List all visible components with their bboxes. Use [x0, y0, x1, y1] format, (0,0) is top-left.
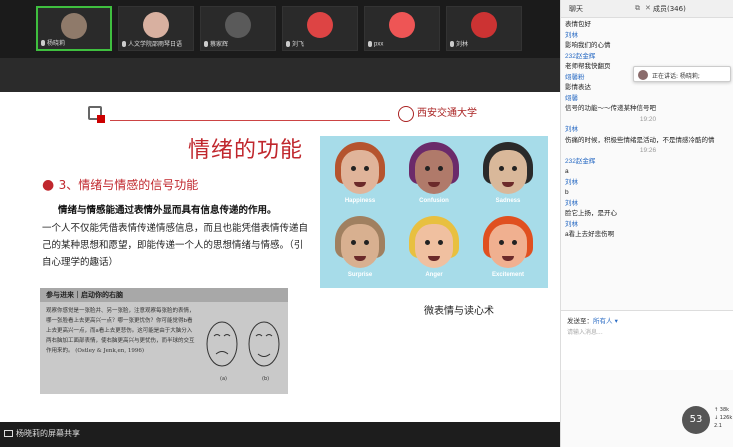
emotion-face: Confusion: [399, 142, 469, 214]
chat-input-area: 发送至：所有人 ▾ 请输入消息...: [561, 310, 733, 370]
chat-message: b: [565, 189, 569, 196]
university-logo: 西安交通大学: [398, 104, 477, 122]
slide-paragraph-2: 一个人不仅能凭借表情传递情感信息，而且也能凭借表情传递自己的某种思想和愿望，即能…: [42, 223, 309, 268]
video-strip: 杨晓莉 人文学院邵雨琴日语 蔡家辉 刘飞 pxx 刘林: [0, 0, 560, 58]
chat-message: 表情包好: [565, 21, 591, 28]
avatar: [143, 12, 169, 38]
popout-icon[interactable]: ⧉: [635, 4, 640, 13]
chat-sender: 刘林: [565, 126, 578, 133]
mic-icon: [122, 41, 126, 48]
emotion-face: Surprise: [325, 216, 395, 288]
shared-slide: 西安交通大学 情绪的功能 ● 3、情绪与情感的信号功能 情绪与情感能通过表情外显…: [0, 92, 560, 422]
screen-share-icon: [4, 430, 13, 437]
participant-name: pxx: [368, 41, 383, 48]
send-to-selector[interactable]: 发送至：所有人 ▾: [567, 315, 618, 325]
avatar: [471, 12, 497, 38]
network-stat: 2.1: [714, 423, 722, 429]
slide-top-band: [0, 58, 560, 92]
chat-sender: 刘林: [565, 31, 578, 39]
emotion-label: Happiness: [344, 198, 376, 204]
emotion-face: Anger: [399, 216, 469, 288]
svg-text:(a): (a): [220, 376, 227, 382]
chat-sender: 232赵金辉: [565, 157, 596, 165]
chat-message-list[interactable]: 表情包好 刘林 影响我们的心情 232赵金辉 老师帮我快翻页 翊馨粉 影情表达 翊馨 信号的功能…: [565, 20, 731, 241]
mic-icon: [286, 41, 290, 48]
participant-name: 杨晓莉: [41, 38, 65, 47]
slide-subtitle: ● 3、情绪与情感的信号功能: [42, 177, 199, 193]
slide-caption: 微表情与读心术: [424, 306, 494, 317]
participant-tile[interactable]: 刘林: [446, 6, 522, 51]
participant-name: 刘飞: [286, 39, 304, 48]
chat-message: 脸它上扬，是开心: [565, 210, 617, 217]
participant-tile[interactable]: pxx: [364, 6, 440, 51]
chat-sender: 翊馨: [565, 94, 578, 102]
chat-message: 影响我们的心情: [565, 42, 611, 49]
chat-tab[interactable]: 聊天: [569, 4, 583, 14]
avatar: [307, 12, 333, 38]
speaker-avatar: [638, 70, 648, 80]
slide-title: 情绪的功能: [188, 138, 304, 163]
emotion-face: Sadness: [473, 142, 543, 214]
participant-name: 刘林: [450, 39, 468, 48]
emotion-label: Anger: [425, 272, 443, 278]
chat-message: a: [565, 168, 569, 175]
emotion-face: Excitement: [473, 216, 543, 288]
chat-panel: 聊天 ⧉ ✕ 成员(346) 表情包好 刘林 影响我们的心情 232赵金辉 老师帮我快翻…: [560, 0, 733, 447]
book-excerpt-image: 参与进来｜启动你的右脑 观察你感觉是一张脸并、另一张脸，注意观察每张脸的表情，哪…: [40, 288, 288, 394]
network-stats: ↑ 38k ↓ 126k 2.1: [714, 406, 732, 430]
participant-tile[interactable]: 人文学院邵雨琴日语: [118, 6, 194, 51]
chat-sender: 232赵金辉: [565, 52, 596, 60]
chat-message: a看上去好悲伤啊: [565, 231, 615, 238]
emotion-label: Sadness: [495, 198, 521, 204]
speaking-indicator: 正在讲话: 杨晓莉;: [633, 66, 731, 82]
face-drawings: (a) (b): [206, 321, 280, 382]
emotion-faces-image: Happiness Confusion Sadness Surprise Anger Ex…: [320, 136, 548, 288]
chat-message: 信号的功能～～传递某种信号吧: [565, 105, 656, 112]
participant-name: 人文学院邵雨琴日语: [122, 39, 182, 48]
chat-sender: 刘林: [565, 220, 578, 228]
chat-input[interactable]: 请输入消息...: [567, 327, 603, 336]
emotion-label: Surprise: [347, 272, 373, 278]
chat-header: 聊天 ⧉ ✕ 成员(346): [561, 0, 733, 18]
participant-tile[interactable]: 杨晓莉: [36, 6, 112, 51]
chat-sender: 刘林: [565, 199, 578, 207]
mic-icon: [41, 40, 45, 47]
book-text: 观察你感觉是一张脸并、另一张脸，注意观察每张脸的表情，哪一张脸看上去更高兴一点？…: [46, 308, 195, 354]
network-stat: ↓ 126k: [714, 415, 733, 421]
close-icon[interactable]: ✕: [645, 4, 651, 12]
avatar: [389, 12, 415, 38]
meeting-window: 杨晓莉 人文学院邵雨琴日语 蔡家辉 刘飞 pxx 刘林 西安交通大学 情绪的功能 ● 3、…: [0, 0, 733, 447]
screen-share-status[interactable]: 杨晓莉的屏幕共享: [4, 428, 80, 439]
chat-message: 影情表达: [565, 84, 591, 91]
avatar: [61, 13, 87, 39]
mic-icon: [450, 41, 454, 48]
network-stat: ↑ 38k: [714, 407, 730, 413]
members-tab[interactable]: 成员(346): [653, 4, 686, 14]
participant-tile[interactable]: 蔡家辉: [200, 6, 276, 51]
emotion-face: Happiness: [325, 142, 395, 214]
chat-timestamp: 19:26: [639, 147, 657, 154]
avatar: [225, 12, 251, 38]
slide-logo-icon: [88, 106, 105, 123]
emotion-label: Excitement: [491, 272, 524, 278]
chat-sender: 刘林: [565, 178, 578, 186]
participant-tile[interactable]: 刘飞: [282, 6, 358, 51]
emotion-label: Confusion: [419, 198, 449, 204]
chat-timestamp: 19:20: [639, 115, 657, 123]
bottom-bar: 杨晓莉的屏幕共享: [0, 422, 560, 447]
mic-icon: [204, 41, 208, 48]
participant-name: 蔡家辉: [204, 39, 228, 48]
book-header: 参与进来｜启动你的右脑: [40, 288, 288, 302]
mic-icon: [368, 41, 372, 48]
svg-text:(b): (b): [262, 376, 269, 382]
header-divider: [110, 120, 390, 121]
countdown-badge: 53: [682, 406, 710, 434]
chat-message: 伤痛的时候，积极些情绪是活动，不是情感冷酷的情: [565, 136, 715, 144]
slide-paragraph-1: 情绪与情感能通过表情外显而具有信息传递的作用。: [58, 205, 277, 216]
